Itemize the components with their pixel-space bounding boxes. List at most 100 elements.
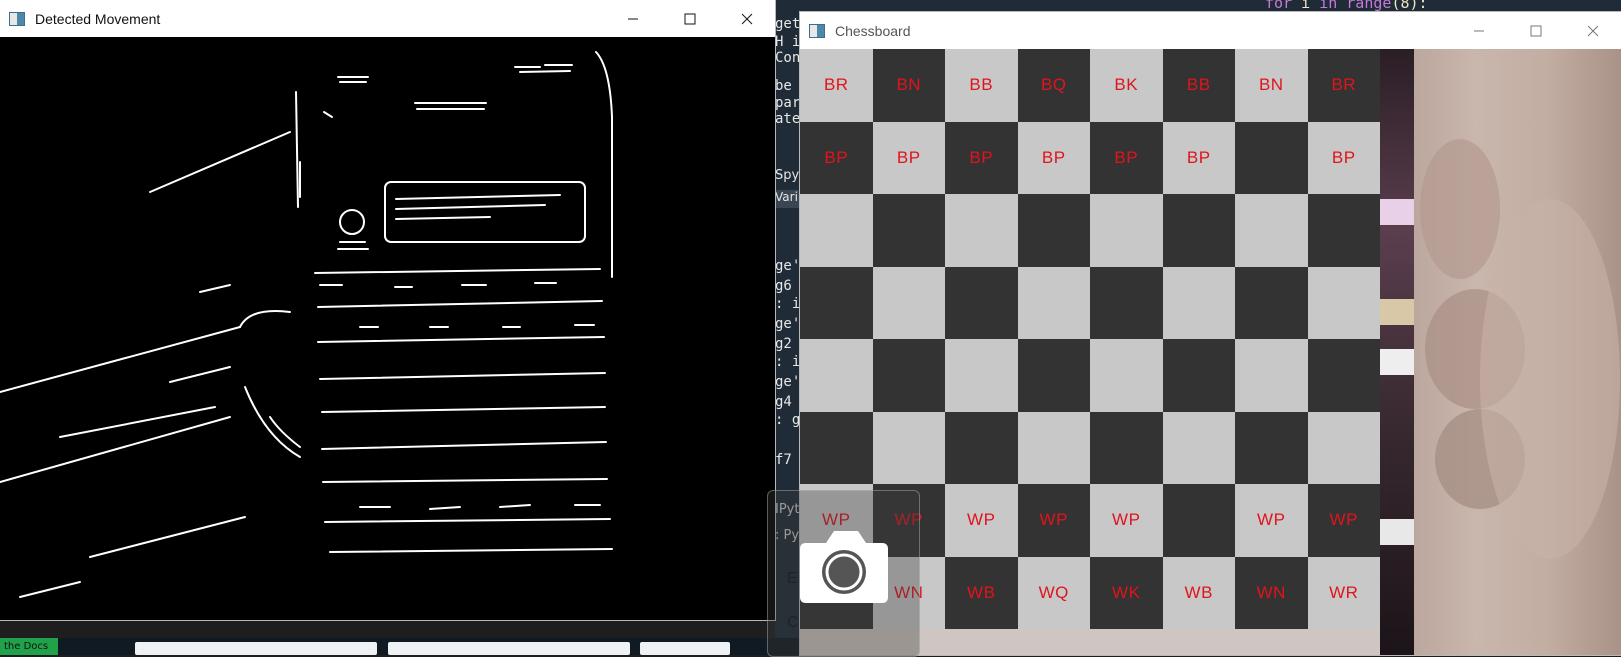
close-button[interactable] (718, 0, 775, 37)
board-square[interactable] (945, 194, 1018, 267)
board-square[interactable]: BP (1307, 121, 1380, 194)
board-square[interactable] (1090, 411, 1163, 484)
piece-label: WP (1039, 510, 1068, 530)
board-square[interactable]: BP (1162, 121, 1235, 194)
minimize-button[interactable] (1450, 12, 1507, 49)
board-square[interactable]: WR (1307, 556, 1380, 629)
board-square[interactable] (872, 266, 945, 339)
close-button[interactable] (1564, 12, 1621, 49)
board-square[interactable] (800, 411, 873, 484)
board-square[interactable] (1235, 411, 1308, 484)
board-square[interactable]: WQ (1017, 556, 1090, 629)
edge-detection-image (0, 51, 613, 598)
piece-label: BQ (1040, 75, 1067, 95)
piece-label: BP (1041, 147, 1066, 167)
piece-label: WK (1112, 582, 1141, 602)
board-square[interactable]: BQ (1017, 49, 1090, 122)
piece-label: BP (1186, 147, 1211, 167)
board-square[interactable]: BN (1235, 49, 1308, 122)
piece-label: BP (1331, 147, 1356, 167)
board-square[interactable]: BR (800, 49, 873, 122)
board-square[interactable] (1162, 411, 1235, 484)
board-square[interactable] (945, 339, 1018, 412)
board-square[interactable] (872, 339, 945, 412)
board-square[interactable] (1090, 266, 1163, 339)
board-square[interactable] (1235, 266, 1308, 339)
board-square[interactable]: BP (1017, 121, 1090, 194)
board-square[interactable] (1307, 339, 1380, 412)
piece-label: WR (1329, 582, 1359, 602)
board-square[interactable]: WP (1090, 484, 1163, 557)
board-square[interactable]: BP (945, 121, 1018, 194)
board-square[interactable] (1090, 194, 1163, 267)
board-square[interactable]: BP (872, 121, 945, 194)
close-icon (1587, 25, 1598, 36)
board-square[interactable] (1090, 339, 1163, 412)
board-square[interactable] (1017, 411, 1090, 484)
board-square[interactable] (1235, 194, 1308, 267)
board-square[interactable]: WP (1017, 484, 1090, 557)
board-square[interactable] (800, 194, 873, 267)
board-square[interactable]: BR (1307, 49, 1380, 122)
titlebar[interactable]: Detected Movement (0, 0, 775, 37)
board-square[interactable] (800, 339, 873, 412)
console-line: f7 (775, 452, 792, 468)
board-square[interactable] (1162, 484, 1235, 557)
console-line: : g (775, 412, 801, 428)
ide-text-line: be (775, 78, 792, 94)
chessboard-window: Chessboard BR BN BB BQ BK BB BN BR BP BP BP BP BP BP B… (800, 12, 1621, 655)
board-square[interactable]: BN (872, 49, 945, 122)
board-square[interactable] (1235, 121, 1308, 194)
board-square[interactable]: BP (800, 121, 873, 194)
camera-icon[interactable] (798, 527, 890, 605)
console-line: : i (775, 296, 801, 312)
board-square[interactable] (1307, 411, 1380, 484)
board-square[interactable]: BP (1090, 121, 1163, 194)
board-square[interactable] (1162, 266, 1235, 339)
board-square[interactable] (872, 411, 945, 484)
piece-label: BB (1186, 75, 1211, 95)
piece-label: BK (1114, 75, 1139, 95)
maximize-icon (684, 13, 695, 24)
board-square[interactable]: WP (1235, 484, 1308, 557)
board-square[interactable]: WP (945, 484, 1018, 557)
piece-label: BP (1114, 147, 1139, 167)
console-line: ge' (775, 374, 801, 390)
board-square[interactable] (1162, 339, 1235, 412)
minimize-button[interactable] (604, 0, 661, 37)
board-square[interactable]: WN (1235, 556, 1308, 629)
piece-label: BP (896, 147, 921, 167)
board-square[interactable] (800, 266, 873, 339)
piece-label: WP (967, 510, 996, 530)
console-line: : i (775, 354, 801, 370)
board-square[interactable] (1235, 339, 1308, 412)
board-square[interactable]: BK (1090, 49, 1163, 122)
board-square[interactable] (1307, 266, 1380, 339)
board-square[interactable] (945, 266, 1018, 339)
board-square[interactable] (1307, 194, 1380, 267)
piece-label: WB (967, 582, 996, 602)
board-square[interactable] (1017, 194, 1090, 267)
board-square[interactable]: WP (1307, 484, 1380, 557)
titlebar[interactable]: Chessboard (800, 12, 1621, 49)
maximize-icon (1530, 25, 1541, 36)
board-square[interactable]: BB (1162, 49, 1235, 122)
chessboard-view: BR BN BB BQ BK BB BN BR BP BP BP BP BP BP BP WP WP WP WP WP… (800, 49, 1621, 655)
board-square[interactable]: WK (1090, 556, 1163, 629)
maximize-button[interactable] (1507, 12, 1564, 49)
board-square[interactable] (945, 411, 1018, 484)
spyder-tab[interactable]: Spy (775, 168, 799, 183)
board-square[interactable]: WB (945, 556, 1018, 629)
window-title: Chessboard (835, 22, 911, 39)
board-square[interactable] (1017, 339, 1090, 412)
piece-label: WP (1112, 510, 1141, 530)
board-square[interactable]: BB (945, 49, 1018, 122)
board-square[interactable] (1017, 266, 1090, 339)
read-the-docs-badge[interactable]: the Docs (0, 638, 58, 655)
maximize-button[interactable] (661, 0, 718, 37)
bottom-strip: the Docs (0, 638, 800, 655)
piece-label: BP (824, 147, 849, 167)
board-square[interactable]: WB (1162, 556, 1235, 629)
board-square[interactable] (1162, 194, 1235, 267)
board-square[interactable] (872, 194, 945, 267)
